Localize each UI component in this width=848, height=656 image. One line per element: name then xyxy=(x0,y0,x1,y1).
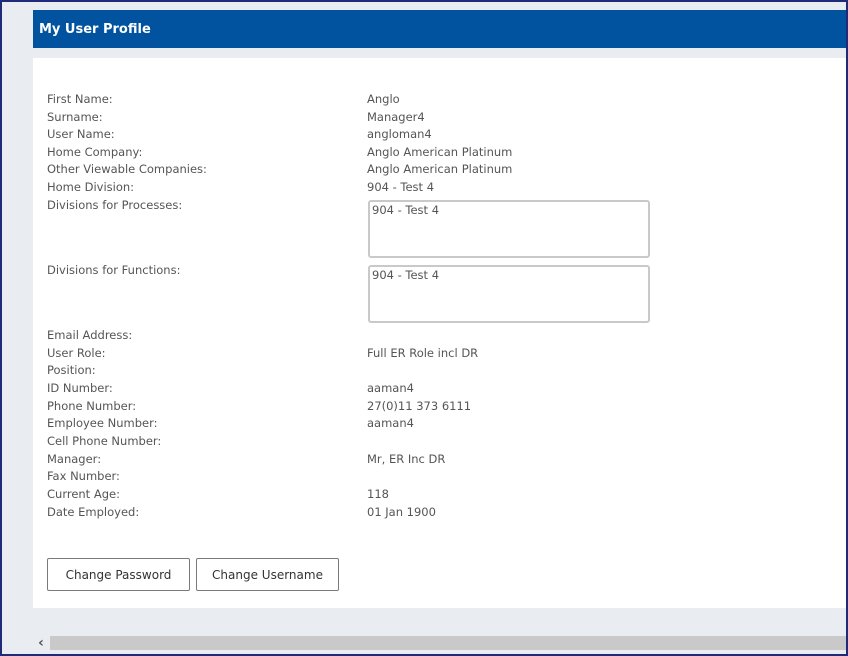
page-header: My User Profile xyxy=(33,10,846,48)
page-title: My User Profile xyxy=(39,21,151,37)
value-home-division: 904 - Test 4 xyxy=(367,180,435,194)
value-user-role: Full ER Role incl DR xyxy=(367,346,479,360)
label-position: Position: xyxy=(47,363,96,377)
value-home-company: Anglo American Platinum xyxy=(367,145,513,159)
value-first-name: Anglo xyxy=(367,92,400,106)
label-home-company: Home Company: xyxy=(47,145,143,159)
change-username-button[interactable]: Change Username xyxy=(196,558,339,591)
label-id-number: ID Number: xyxy=(47,381,113,395)
label-phone: Phone Number: xyxy=(47,399,137,413)
label-current-age: Current Age: xyxy=(47,487,120,501)
listbox-item[interactable]: 904 - Test 4 xyxy=(372,203,439,217)
label-cell-phone: Cell Phone Number: xyxy=(47,434,162,448)
divisions-functions-listbox[interactable]: 904 - Test 4 xyxy=(368,265,650,323)
value-other-companies: Anglo American Platinum xyxy=(367,162,513,176)
horizontal-scrollbar[interactable] xyxy=(50,636,846,650)
profile-panel: First Name: Surname: User Name: Home Com… xyxy=(33,58,846,608)
label-divisions-processes: Divisions for Processes: xyxy=(47,198,183,212)
value-date-employed: 01 Jan 1900 xyxy=(367,505,436,519)
label-employee-number: Employee Number: xyxy=(47,416,158,430)
label-surname: Surname: xyxy=(47,110,103,124)
label-date-employed: Date Employed: xyxy=(47,505,140,519)
label-fax: Fax Number: xyxy=(47,469,120,483)
label-email: Email Address: xyxy=(47,328,133,342)
value-surname: Manager4 xyxy=(367,110,425,124)
value-manager: Mr, ER Inc DR xyxy=(367,452,446,466)
label-manager: Manager: xyxy=(47,452,102,466)
label-other-companies: Other Viewable Companies: xyxy=(47,162,207,176)
value-id-number: aaman4 xyxy=(367,381,414,395)
label-divisions-functions: Divisions for Functions: xyxy=(47,263,181,277)
listbox-item[interactable]: 904 - Test 4 xyxy=(372,268,439,282)
label-first-name: First Name: xyxy=(47,92,113,106)
value-phone: 27(0)11 373 6111 xyxy=(367,399,472,413)
value-employee-number: aaman4 xyxy=(367,416,414,430)
change-password-button[interactable]: Change Password xyxy=(47,558,190,591)
label-user-name: User Name: xyxy=(47,127,115,141)
value-current-age: 118 xyxy=(367,487,389,501)
label-user-role: User Role: xyxy=(47,346,106,360)
divisions-processes-listbox[interactable]: 904 - Test 4 xyxy=(368,200,650,258)
value-user-name: angloman4 xyxy=(367,127,432,141)
label-home-division: Home Division: xyxy=(47,180,135,194)
chevron-left-icon[interactable]: ‹ xyxy=(33,635,49,651)
